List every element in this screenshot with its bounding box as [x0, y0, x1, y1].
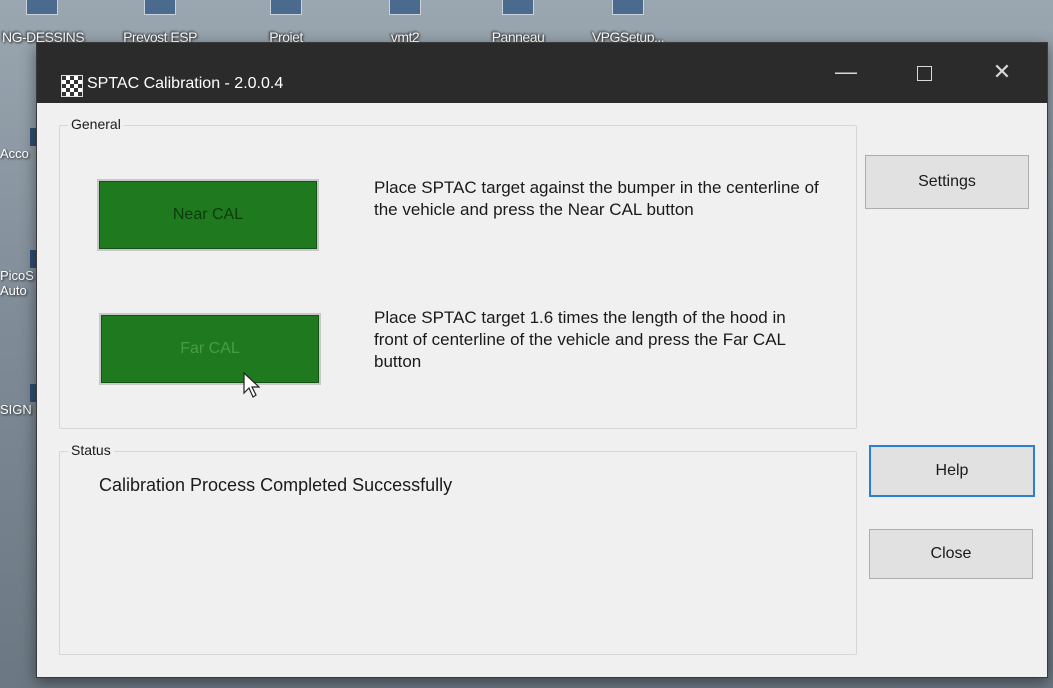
- app-icon: [144, 0, 176, 15]
- status-legend: Status: [68, 442, 114, 458]
- close-button[interactable]: Close: [869, 529, 1033, 579]
- far-cal-instructions: Place SPTAC target 1.6 times the length …: [374, 308, 786, 371]
- desktop-icon-label: Auto: [0, 283, 27, 298]
- maximize-icon: [916, 65, 932, 81]
- desktop-side-icon-sign[interactable]: SIGN: [0, 384, 40, 417]
- checkered-flag-icon: [61, 75, 83, 97]
- near-cal-label: Near CAL: [172, 206, 244, 223]
- status-message: Calibration Process Completed Successful…: [99, 475, 453, 495]
- help-label: Help: [935, 462, 969, 479]
- close-label: Close: [930, 545, 972, 562]
- settings-button[interactable]: Settings: [865, 155, 1029, 209]
- app-icon: [502, 0, 534, 15]
- near-cal-instructions: Place SPTAC target against the bumper in…: [374, 178, 819, 219]
- sptac-calibration-window: SPTAC Calibration - 2.0.0.4 — ✕ General …: [36, 42, 1048, 678]
- title-bar[interactable]: SPTAC Calibration - 2.0.0.4 — ✕: [37, 43, 1047, 103]
- folder-icon: [26, 0, 58, 15]
- window-close-button[interactable]: ✕: [979, 57, 1025, 87]
- help-button[interactable]: Help: [869, 445, 1035, 497]
- desktop-side-icon-picos[interactable]: PicoS Auto: [0, 250, 40, 298]
- minimize-icon: —: [835, 59, 857, 84]
- close-icon: ✕: [992, 59, 1012, 84]
- desktop-icon-label: PicoS: [0, 268, 34, 283]
- settings-label: Settings: [918, 173, 976, 190]
- desktop-icon-label: SIGN: [0, 402, 32, 417]
- desktop-side-icon-acco[interactable]: Acco: [0, 128, 40, 161]
- app-icon: [389, 0, 421, 15]
- near-cal-button[interactable]: Near CAL: [97, 179, 319, 251]
- far-cal-label: Far CAL: [180, 340, 240, 357]
- far-cal-button[interactable]: Far CAL: [99, 313, 321, 385]
- minimize-button[interactable]: —: [823, 57, 869, 87]
- setup-icon: [612, 0, 644, 15]
- folder-icon: [270, 0, 302, 15]
- maximize-button[interactable]: [901, 57, 947, 87]
- desktop-icon-label: Acco: [0, 146, 29, 161]
- window-title: SPTAC Calibration - 2.0.0.4: [87, 75, 284, 92]
- mouse-cursor-icon: [243, 372, 260, 398]
- general-legend: General: [68, 116, 124, 132]
